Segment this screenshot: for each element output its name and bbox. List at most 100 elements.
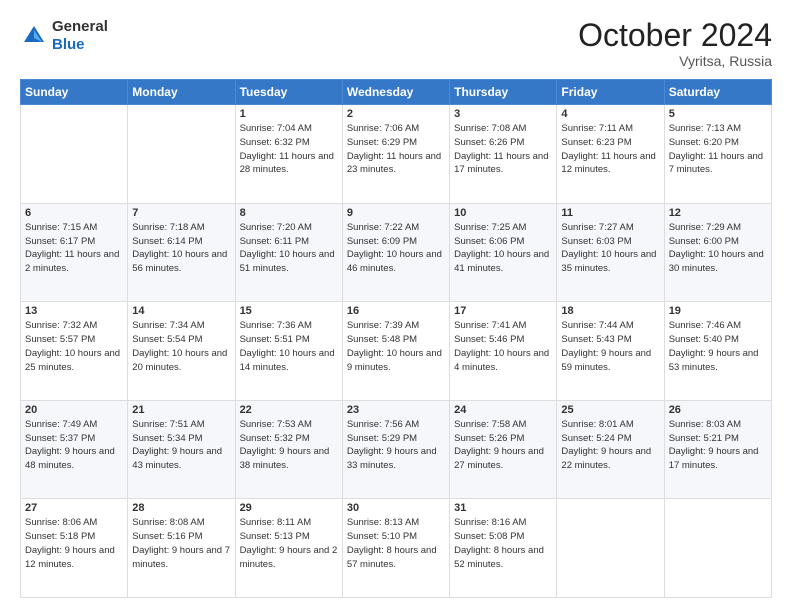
day-info-line: Daylight: 9 hours and 53 minutes. (669, 347, 767, 375)
day-info-line: Sunrise: 7:58 AM (454, 418, 552, 432)
logo-icon (20, 22, 48, 50)
day-info-line: Sunrise: 7:22 AM (347, 221, 445, 235)
day-info-line: Sunset: 5:48 PM (347, 333, 445, 347)
calendar-cell: 21Sunrise: 7:51 AMSunset: 5:34 PMDayligh… (128, 400, 235, 499)
day-info-line: Daylight: 9 hours and 12 minutes. (25, 544, 123, 572)
day-number: 21 (132, 404, 230, 416)
day-info-line: Daylight: 10 hours and 51 minutes. (240, 248, 338, 276)
calendar-cell: 17 Sunrise: 7:41 AMSunset: 5:46 PMDayligh… (450, 302, 557, 401)
day-info-line: Daylight: 8 hours and 57 minutes. (347, 544, 445, 572)
day-info-line: Sunset: 6:20 PM (669, 136, 767, 150)
calendar-table: SundayMondayTuesdayWednesdayThursdayFrid… (20, 79, 772, 598)
day-number: 23 (347, 404, 445, 416)
day-info: Sunrise: 7:56 AMSunset: 5:29 PMDaylight:… (347, 418, 445, 473)
day-info: Sunrise: 7:44 AMSunset: 5:43 PMDaylight:… (561, 319, 659, 374)
day-info-line: Daylight: 11 hours and 7 minutes. (669, 150, 767, 178)
day-info-line: Daylight: 10 hours and 25 minutes. (25, 347, 123, 375)
calendar-cell: 14Sunrise: 7:34 AMSunset: 5:54 PMDayligh… (128, 302, 235, 401)
calendar-cell (664, 499, 771, 598)
day-info-line: Daylight: 9 hours and 33 minutes. (347, 445, 445, 473)
day-number: 17 (454, 305, 552, 317)
calendar-cell: 13Sunrise: 7:32 AMSunset: 5:57 PMDayligh… (21, 302, 128, 401)
day-info-line: Daylight: 10 hours and 9 minutes. (347, 347, 445, 375)
day-number: 6 (25, 207, 123, 219)
day-number: 26 (669, 404, 767, 416)
calendar-week-2: 6 Sunrise: 7:15 AMSunset: 6:17 PMDaylight… (21, 203, 772, 302)
day-info-line: Daylight: 9 hours and 22 minutes. (561, 445, 659, 473)
day-info-line: Sunrise: 8:01 AM (561, 418, 659, 432)
day-info-line: Sunset: 5:37 PM (25, 432, 123, 446)
day-info: Sunrise: 7:36 AMSunset: 5:51 PMDaylight:… (240, 319, 338, 374)
day-info-line: Daylight: 9 hours and 48 minutes. (25, 445, 123, 473)
day-info-line: Sunrise: 7:32 AM (25, 319, 123, 333)
day-info-line: Daylight: 9 hours and 2 minutes. (240, 544, 338, 572)
calendar-cell: 30Sunrise: 8:13 AMSunset: 5:10 PMDayligh… (342, 499, 449, 598)
calendar-cell: 12Sunrise: 7:29 AMSunset: 6:00 PMDayligh… (664, 203, 771, 302)
day-info-line: Sunset: 5:13 PM (240, 530, 338, 544)
day-number: 7 (132, 207, 230, 219)
day-info-line: Sunset: 6:29 PM (347, 136, 445, 150)
calendar-cell: 31Sunrise: 8:16 AMSunset: 5:08 PMDayligh… (450, 499, 557, 598)
calendar-cell: 8 Sunrise: 7:20 AMSunset: 6:11 PMDaylight… (235, 203, 342, 302)
calendar-cell: 23 Sunrise: 7:56 AMSunset: 5:29 PMDayligh… (342, 400, 449, 499)
day-number: 19 (669, 305, 767, 317)
day-info: Sunrise: 7:41 AMSunset: 5:46 PMDaylight:… (454, 319, 552, 374)
day-info-line: Sunrise: 7:15 AM (25, 221, 123, 235)
day-info-line: Sunrise: 7:04 AM (240, 122, 338, 136)
day-info-line: Sunset: 5:46 PM (454, 333, 552, 347)
calendar-cell (557, 499, 664, 598)
day-number: 10 (454, 207, 552, 219)
day-info-line: Sunset: 5:26 PM (454, 432, 552, 446)
day-number: 24 (454, 404, 552, 416)
calendar-week-4: 20Sunrise: 7:49 AMSunset: 5:37 PMDayligh… (21, 400, 772, 499)
calendar-cell: 6 Sunrise: 7:15 AMSunset: 6:17 PMDaylight… (21, 203, 128, 302)
day-info-line: Sunrise: 8:16 AM (454, 516, 552, 530)
calendar-cell (21, 105, 128, 204)
calendar-header-thursday: Thursday (450, 80, 557, 105)
day-info: Sunrise: 7:58 AMSunset: 5:26 PMDaylight:… (454, 418, 552, 473)
day-info: Sunrise: 7:22 AMSunset: 6:09 PMDaylight:… (347, 221, 445, 276)
title-block: October 2024 Vyritsa, Russia (578, 18, 772, 69)
calendar-cell: 3Sunrise: 7:08 AMSunset: 6:26 PMDaylight… (450, 105, 557, 204)
day-info: Sunrise: 7:15 AMSunset: 6:17 PMDaylight:… (25, 221, 123, 276)
day-number: 15 (240, 305, 338, 317)
day-info-line: Sunrise: 8:11 AM (240, 516, 338, 530)
day-info-line: Daylight: 8 hours and 52 minutes. (454, 544, 552, 572)
day-info-line: Daylight: 11 hours and 17 minutes. (454, 150, 552, 178)
day-info: Sunrise: 8:11 AMSunset: 5:13 PMDaylight:… (240, 516, 338, 571)
logo-general-text: General (52, 18, 108, 35)
calendar-header-monday: Monday (128, 80, 235, 105)
day-number: 11 (561, 207, 659, 219)
calendar-header-saturday: Saturday (664, 80, 771, 105)
day-info-line: Sunset: 5:18 PM (25, 530, 123, 544)
day-info: Sunrise: 8:03 AMSunset: 5:21 PMDaylight:… (669, 418, 767, 473)
day-info-line: Sunset: 6:14 PM (132, 235, 230, 249)
day-info-line: Sunset: 6:23 PM (561, 136, 659, 150)
day-number: 16 (347, 305, 445, 317)
day-info: Sunrise: 7:29 AMSunset: 6:00 PMDaylight:… (669, 221, 767, 276)
day-number: 1 (240, 108, 338, 120)
calendar-cell: 7Sunrise: 7:18 AMSunset: 6:14 PMDaylight… (128, 203, 235, 302)
day-info-line: Daylight: 11 hours and 28 minutes. (240, 150, 338, 178)
day-info: Sunrise: 7:53 AMSunset: 5:32 PMDaylight:… (240, 418, 338, 473)
calendar-cell: 27Sunrise: 8:06 AMSunset: 5:18 PMDayligh… (21, 499, 128, 598)
calendar-header-friday: Friday (557, 80, 664, 105)
day-info-line: Sunrise: 7:20 AM (240, 221, 338, 235)
day-info-line: Sunrise: 7:34 AM (132, 319, 230, 333)
day-info-line: Sunset: 6:11 PM (240, 235, 338, 249)
day-info-line: Sunrise: 7:13 AM (669, 122, 767, 136)
day-info-line: Sunrise: 7:39 AM (347, 319, 445, 333)
day-info: Sunrise: 7:49 AMSunset: 5:37 PMDaylight:… (25, 418, 123, 473)
day-info-line: Sunrise: 7:49 AM (25, 418, 123, 432)
calendar-cell: 29Sunrise: 8:11 AMSunset: 5:13 PMDayligh… (235, 499, 342, 598)
day-info: Sunrise: 7:08 AMSunset: 6:26 PMDaylight:… (454, 122, 552, 177)
day-info-line: Daylight: 10 hours and 20 minutes. (132, 347, 230, 375)
day-info: Sunrise: 7:11 AMSunset: 6:23 PMDaylight:… (561, 122, 659, 177)
day-info-line: Daylight: 9 hours and 38 minutes. (240, 445, 338, 473)
day-info-line: Sunrise: 8:13 AM (347, 516, 445, 530)
day-info-line: Daylight: 11 hours and 2 minutes. (25, 248, 123, 276)
calendar-cell: 5Sunrise: 7:13 AMSunset: 6:20 PMDaylight… (664, 105, 771, 204)
page: General Blue October 2024 Vyritsa, Russi… (0, 0, 792, 612)
day-info-line: Sunrise: 7:11 AM (561, 122, 659, 136)
day-number: 8 (240, 207, 338, 219)
